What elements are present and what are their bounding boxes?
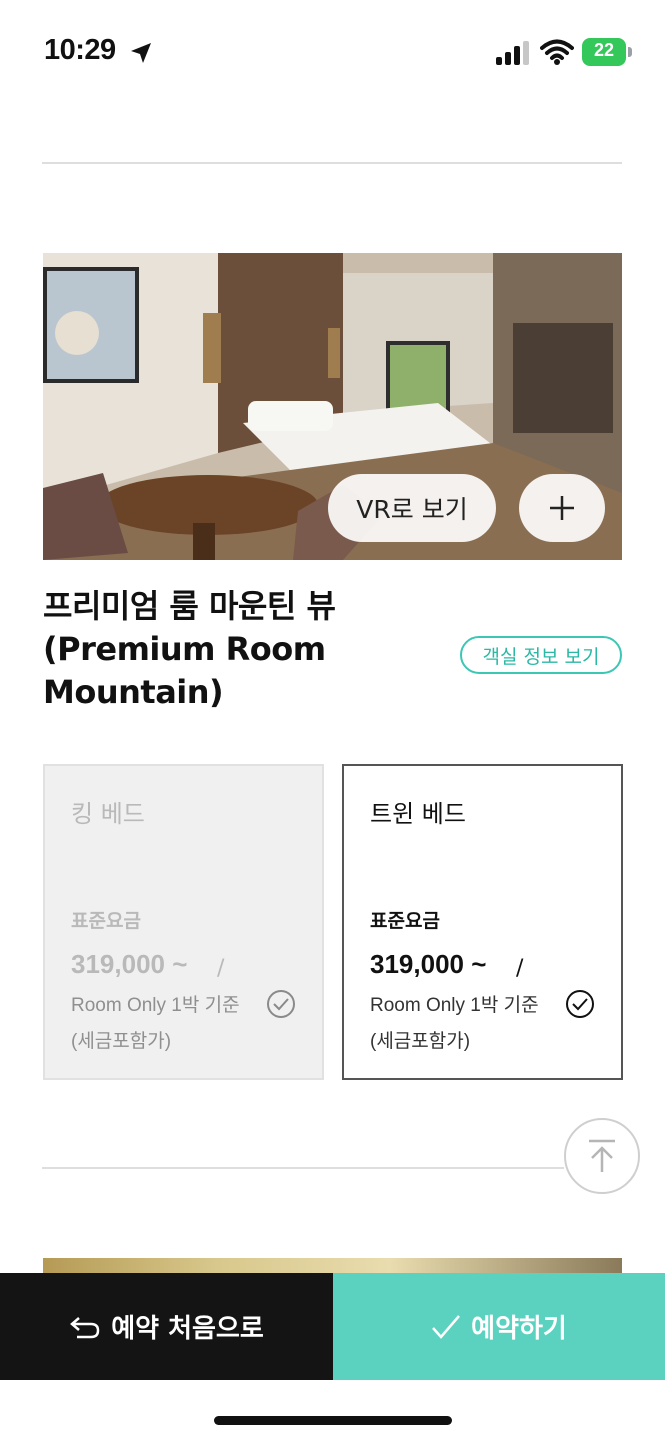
wifi-icon (540, 39, 574, 65)
arrow-up-to-top-icon (589, 1139, 615, 1172)
price: 319,000 ~ (370, 949, 487, 979)
price-note: Room Only 1박 기준 (세금포함가) (71, 995, 240, 1052)
vr-view-button[interactable]: VR로 보기 (328, 474, 496, 542)
checkmark-circle-icon (267, 990, 295, 1018)
cellular-signal-icon (496, 41, 529, 65)
price-slash: / (217, 956, 225, 981)
status-bar: 10:29 22 (0, 0, 665, 105)
home-indicator (214, 1416, 452, 1425)
battery-level: 22 (593, 40, 615, 60)
status-time: 10:29 (44, 34, 116, 66)
price: 319,000 ~ (71, 949, 188, 979)
checkmark-circle-icon (566, 990, 594, 1018)
reserve-label: 예약하기 (471, 1314, 567, 1344)
top-divider (42, 162, 622, 164)
price-note: Room Only 1박 기준 (세금포함가) (370, 995, 539, 1052)
restart-reservation-button[interactable]: 예약 처음으로 (0, 1273, 333, 1380)
bed-option-twin[interactable]: 트윈 베드 표준요금 319,000 ~ / Room Only 1박 기준 (… (342, 764, 623, 1080)
scroll-to-top-button[interactable] (564, 1118, 640, 1194)
price-slash: / (516, 956, 524, 981)
room-title: 프리미엄 룸 마운틴 뷰 (Premium Room Mountain) (43, 587, 336, 711)
bed-option-name: 킹 베드 (71, 800, 145, 828)
photo-expand-button[interactable] (519, 474, 605, 542)
bed-option-name: 트윈 베드 (370, 800, 466, 828)
checkmark-icon (432, 1314, 461, 1339)
location-arrow-icon (131, 43, 151, 63)
rate-label: 표준요금 (71, 910, 141, 932)
reserve-button[interactable]: 예약하기 (333, 1273, 665, 1380)
battery-indicator: 22 (582, 38, 632, 66)
restart-reservation-label: 예약 처음으로 (111, 1314, 264, 1344)
undo-arrow-icon (70, 1316, 100, 1338)
bottom-action-bar: 예약 처음으로 예약하기 (0, 1273, 665, 1380)
room-info-button[interactable]: 객실 정보 보기 (460, 636, 622, 674)
bed-option-king[interactable]: 킹 베드 표준요금 319,000 ~ / Room Only 1박 기준 (세… (43, 764, 324, 1080)
battery-cap (628, 47, 632, 57)
rate-label: 표준요금 (370, 910, 440, 932)
section-divider (42, 1167, 564, 1169)
plus-icon (550, 496, 574, 520)
